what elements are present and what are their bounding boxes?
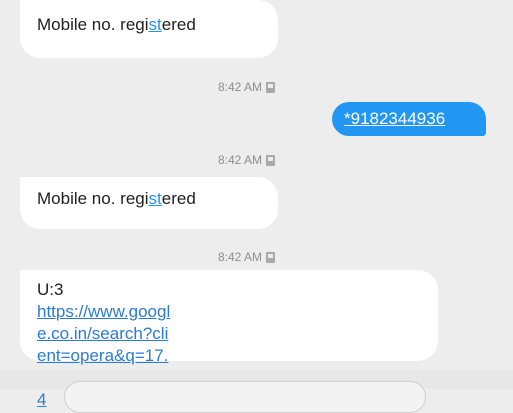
message-timestamp: 8:42 AM [218,250,276,264]
message-text: Mobile no. registered [37,15,196,34]
compose-bar [0,370,513,413]
message-timestamp: 8:42 AM [218,153,276,167]
phone-number-link[interactable]: *9182344936 [344,109,445,128]
message-bubble-outgoing[interactable]: *9182344936 [332,102,486,136]
message-timestamp: 8:42 AM [218,80,276,94]
message-input[interactable] [64,381,426,413]
sim-card-icon [266,154,276,166]
sim-card-icon [266,81,276,93]
highlighted-text: st [148,189,162,208]
highlighted-text: st [148,15,162,34]
message-bubble-incoming[interactable]: U:3 https://www.google.co.in/search?clie… [20,270,438,409]
message-text: Mobile no. registered [37,189,196,208]
message-bubble-incoming[interactable]: Mobile no. registered [20,0,278,58]
message-bubble-incoming[interactable]: Mobile no. registered [20,177,278,229]
message-thread: Mobile no. registered 8:42 AM *918234493… [0,0,513,409]
message-text: U:3 [37,280,64,299]
sim-card-icon [266,251,276,263]
